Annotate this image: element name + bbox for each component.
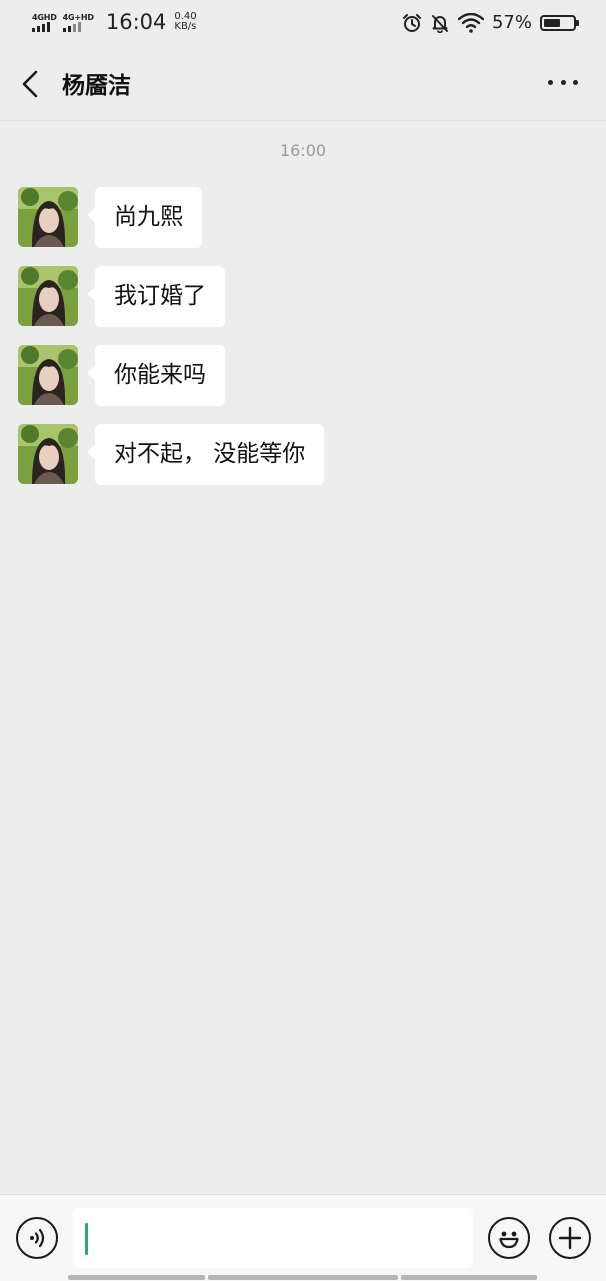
status-bar-left: 4GHD 4G+HD 16:04 0.40 KB/s [32,10,197,34]
clock: 16:04 [105,10,167,34]
voice-input-icon[interactable] [16,1217,58,1259]
chat-title: 杨靥洁 [62,73,131,99]
message-row: 对不起， 没能等你 [18,424,325,485]
plus-icon[interactable] [549,1217,591,1259]
status-bar: 4GHD 4G+HD 16:04 0.40 KB/s 57% [0,0,606,48]
sim1-signal-icon: 4GHD [32,13,57,32]
gesture-bar [68,1275,537,1280]
message-timestamp: 16:00 [279,141,327,160]
message-bubble[interactable]: 我订婚了 [87,266,225,327]
chat-header: 杨靥洁 [0,48,606,121]
sim2-label: 4G+HD [62,12,94,22]
text-cursor [85,1223,88,1255]
battery-icon [540,14,579,31]
message-bubble[interactable]: 对不起， 没能等你 [86,424,325,485]
battery-percent: 57% [491,12,532,33]
message-bubble[interactable]: 尚九熙 [87,187,202,248]
bell-off-icon [431,14,448,33]
contact-avatar[interactable] [18,187,78,247]
contact-avatar[interactable] [18,424,78,484]
message-bubble[interactable]: 你能来吗 [87,345,225,406]
sim1-label: 4GHD [32,12,57,22]
input-bar [0,1194,606,1281]
alarm-icon [402,13,421,32]
network-speed: 0.40 KB/s [174,12,196,32]
message-input[interactable] [73,1208,473,1268]
chevron-left-icon[interactable] [18,70,42,98]
message-row: 我订婚了 [18,266,225,327]
more-dots-icon[interactable] [548,80,578,88]
wifi-icon [457,12,484,33]
emoji-icon[interactable] [488,1217,530,1259]
status-bar-right: 57% [402,12,579,33]
sim2-signal-icon: 4G+HD [62,12,94,32]
contact-avatar[interactable] [18,345,78,405]
message-list[interactable]: 16:00 尚九熙 我订婚了 你能来吗 对不起， 没能等你 [0,121,606,1193]
battery-level-fill [544,18,560,27]
message-row: 你能来吗 [18,345,225,406]
network-speed-unit: KB/s [174,21,197,32]
contact-avatar[interactable] [18,266,78,326]
message-row: 尚九熙 [18,187,202,248]
